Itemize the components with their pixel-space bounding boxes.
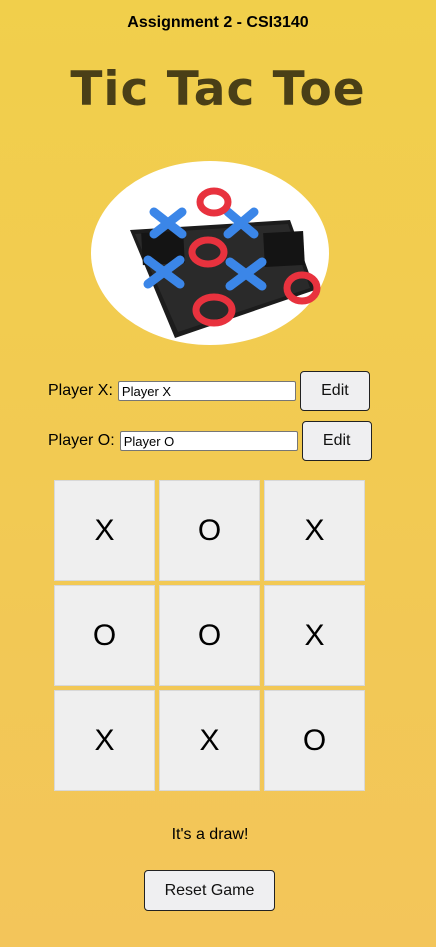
player-x-input[interactable] xyxy=(117,381,296,401)
board-cell-6[interactable]: X xyxy=(264,585,365,686)
board-cell-7[interactable]: X xyxy=(54,690,155,791)
player-x-row: Player X: Edit xyxy=(48,371,370,411)
assignment-heading: Assignment 2 - CSI3140 xyxy=(127,14,309,31)
player-x-label: Player X: xyxy=(48,382,113,399)
board-cell-8[interactable]: X xyxy=(159,690,260,791)
board-cell-5[interactable]: O xyxy=(159,585,260,686)
edit-player-x-button[interactable]: Edit xyxy=(299,371,370,411)
player-o-input[interactable] xyxy=(119,431,298,451)
board-cell-4[interactable]: O xyxy=(54,585,155,686)
page-title: Tic Tac Toe xyxy=(70,62,366,117)
player-o-row: Player O: Edit xyxy=(48,421,372,461)
tic-tac-toe-board-image xyxy=(91,161,329,345)
edit-player-o-button[interactable]: Edit xyxy=(301,421,372,461)
board-cell-9[interactable]: O xyxy=(264,690,365,791)
reset-game-button[interactable]: Reset Game xyxy=(144,870,275,911)
game-board: X O X O O X X X O xyxy=(54,480,368,794)
game-status: It's a draw! xyxy=(171,826,249,843)
board-cell-1[interactable]: X xyxy=(54,480,155,581)
board-cell-3[interactable]: X xyxy=(264,480,365,581)
player-o-label: Player O: xyxy=(48,432,115,449)
board-cell-2[interactable]: O xyxy=(159,480,260,581)
